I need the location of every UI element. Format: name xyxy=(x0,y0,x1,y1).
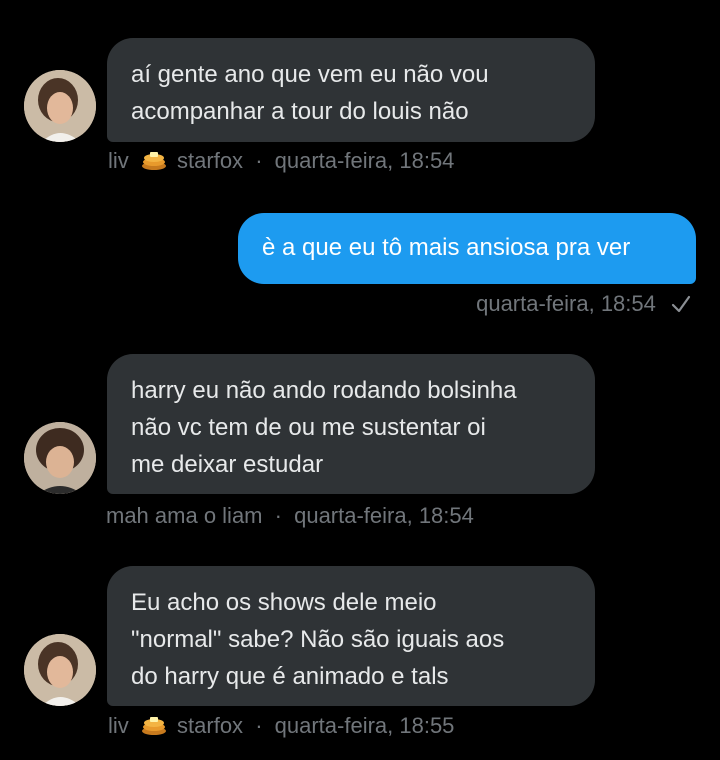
meta-separator: · xyxy=(255,713,263,738)
avatar[interactable] xyxy=(24,634,96,706)
avatar[interactable] xyxy=(24,422,96,494)
avatar[interactable] xyxy=(24,70,96,142)
message-bubble[interactable]: aí gente ano que vem eu não vou acompanh… xyxy=(107,38,595,142)
sender-name: liv xyxy=(108,148,129,173)
message-meta: liv starfox · quarta-feira, 18:54 xyxy=(108,148,454,177)
message-meta: quarta-feira, 18:54 xyxy=(476,291,692,321)
timestamp: quarta-feira, 18:55 xyxy=(274,713,455,738)
sender-name-suffix: starfox xyxy=(177,148,244,173)
message-text-line: "normal" sabe? Não são iguais aos xyxy=(131,626,505,653)
message-meta: liv starfox · quarta-feira, 18:55 xyxy=(108,713,454,742)
checkmark-icon xyxy=(670,293,692,321)
pancake-emoji-icon xyxy=(141,714,167,742)
message-text-line: aí gente ano que vem eu não vou xyxy=(131,61,489,88)
message-meta: mah ama o liam · quarta-feira, 18:54 xyxy=(106,503,474,529)
message-bubble[interactable]: harry eu não ando rodando bolsinha não v… xyxy=(107,354,595,494)
sender-name: liv xyxy=(108,713,129,738)
message-text-line: acompanhar a tour do louis não xyxy=(131,98,469,125)
message-text-line: não vc tem de ou me sustentar oi xyxy=(131,414,486,441)
message-text-line: do harry que é animado e tals xyxy=(131,663,449,690)
meta-separator: · xyxy=(255,148,263,173)
meta-separator: · xyxy=(274,503,282,528)
message-bubble-outgoing[interactable]: è a que eu tô mais ansiosa pra ver xyxy=(238,213,696,284)
timestamp: quarta-feira, 18:54 xyxy=(294,503,474,528)
message-text-line: me deixar estudar xyxy=(131,451,324,478)
message-bubble[interactable]: Eu acho os shows dele meio "normal" sabe… xyxy=(107,566,595,706)
message-text-line: harry eu não ando rodando bolsinha xyxy=(131,377,517,404)
message-text-line: è a que eu tô mais ansiosa pra ver xyxy=(262,234,631,261)
sender-name-suffix: starfox xyxy=(177,713,244,738)
message-text-line: Eu acho os shows dele meio xyxy=(131,589,437,616)
timestamp: quarta-feira, 18:54 xyxy=(476,291,656,316)
pancake-emoji-icon xyxy=(141,149,167,177)
sender-name: mah ama o liam xyxy=(106,503,263,528)
timestamp: quarta-feira, 18:54 xyxy=(274,148,455,173)
